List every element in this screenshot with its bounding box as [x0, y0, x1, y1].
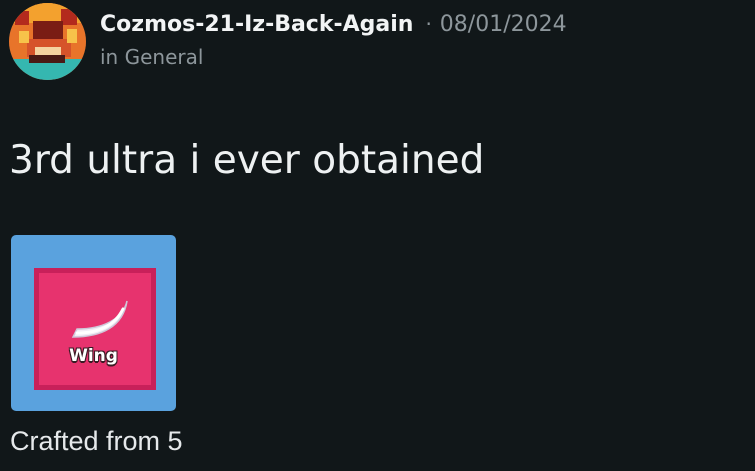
post-title: 3rd ultra i ever obtained [9, 138, 485, 183]
author-avatar[interactable] [9, 3, 86, 80]
avatar-image [9, 3, 86, 80]
author-line: Cozmos-21-Iz-Back-Again · 08/01/2024 [100, 10, 567, 39]
post-caption: Crafted from 5 [10, 426, 183, 456]
author-name[interactable]: Cozmos-21-Iz-Back-Again [100, 12, 413, 37]
channel-line: in General [100, 44, 203, 70]
item-attachment-card[interactable]: Wing [11, 235, 176, 411]
channel-name[interactable]: General [125, 45, 204, 69]
post-date: 08/01/2024 [439, 12, 567, 37]
item-image [34, 268, 156, 390]
item-label: Wing [69, 346, 118, 366]
separator-dot: · [425, 12, 432, 36]
channel-prefix: in [100, 45, 119, 69]
